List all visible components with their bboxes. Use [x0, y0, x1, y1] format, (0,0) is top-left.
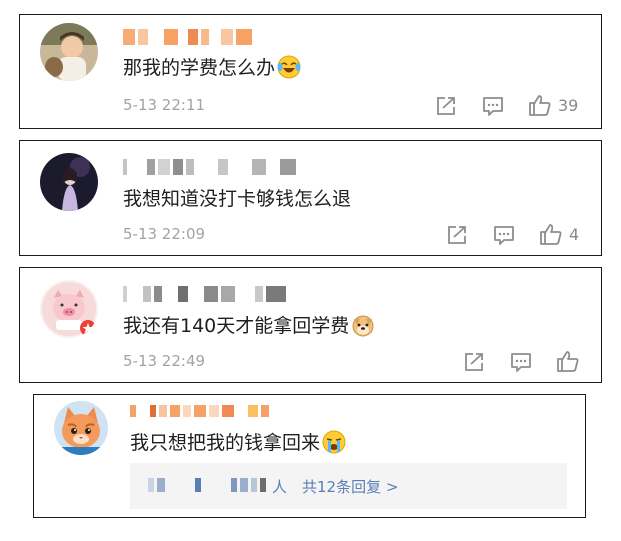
like-icon[interactable]: [539, 223, 563, 245]
laugh-cry-emoji: [277, 55, 301, 79]
username-redacted[interactable]: [123, 29, 252, 45]
share-icon[interactable]: [445, 224, 469, 246]
view-replies-link[interactable]: 共12条回复 >: [302, 476, 398, 497]
comment-card-1: 那我的学费怎么办 5-13 22:11 39: [19, 14, 602, 129]
avatar[interactable]: [54, 401, 108, 455]
like-icon[interactable]: [528, 94, 552, 116]
like-icon[interactable]: [556, 350, 580, 372]
comment-text: 我还有140天才能拿回学费: [123, 311, 375, 338]
comment-icon[interactable]: [481, 95, 505, 117]
avatar[interactable]: [40, 23, 98, 81]
username-redacted[interactable]: [130, 405, 269, 417]
comment-card-4: 我只想把我的钱拿回来 人 共12条回复 >: [33, 394, 586, 518]
share-icon[interactable]: [434, 95, 458, 117]
replier-suffix: 人: [272, 478, 288, 496]
share-icon[interactable]: [462, 351, 486, 373]
like-count: 4: [569, 225, 580, 244]
crying-emoji: [322, 430, 346, 454]
comment-card-3: 我还有140天才能拿回学费 5-13 22:49: [19, 267, 602, 383]
comment-text: 我只想把我的钱拿回来: [130, 428, 346, 455]
timestamp: 5-13 22:11: [123, 96, 206, 114]
like-count: 39: [558, 96, 579, 115]
comment-icon[interactable]: [492, 224, 516, 246]
doge-emoji: [351, 313, 375, 337]
comment-text: 我想知道没打卡够钱怎么退: [123, 188, 352, 210]
avatar[interactable]: [40, 153, 98, 211]
timestamp: 5-13 22:49: [123, 352, 206, 370]
comment-text: 那我的学费怎么办: [123, 53, 301, 80]
avatar[interactable]: [40, 280, 98, 338]
replier-names-redacted: [148, 478, 266, 492]
username-redacted[interactable]: [123, 286, 286, 302]
comment-card-2: 我想知道没打卡够钱怎么退 5-13 22:09 4: [19, 140, 602, 256]
timestamp: 5-13 22:09: [123, 225, 206, 243]
reply-summary[interactable]: 人 共12条回复 >: [130, 463, 567, 509]
username-redacted[interactable]: [123, 159, 296, 175]
comment-icon[interactable]: [509, 351, 533, 373]
